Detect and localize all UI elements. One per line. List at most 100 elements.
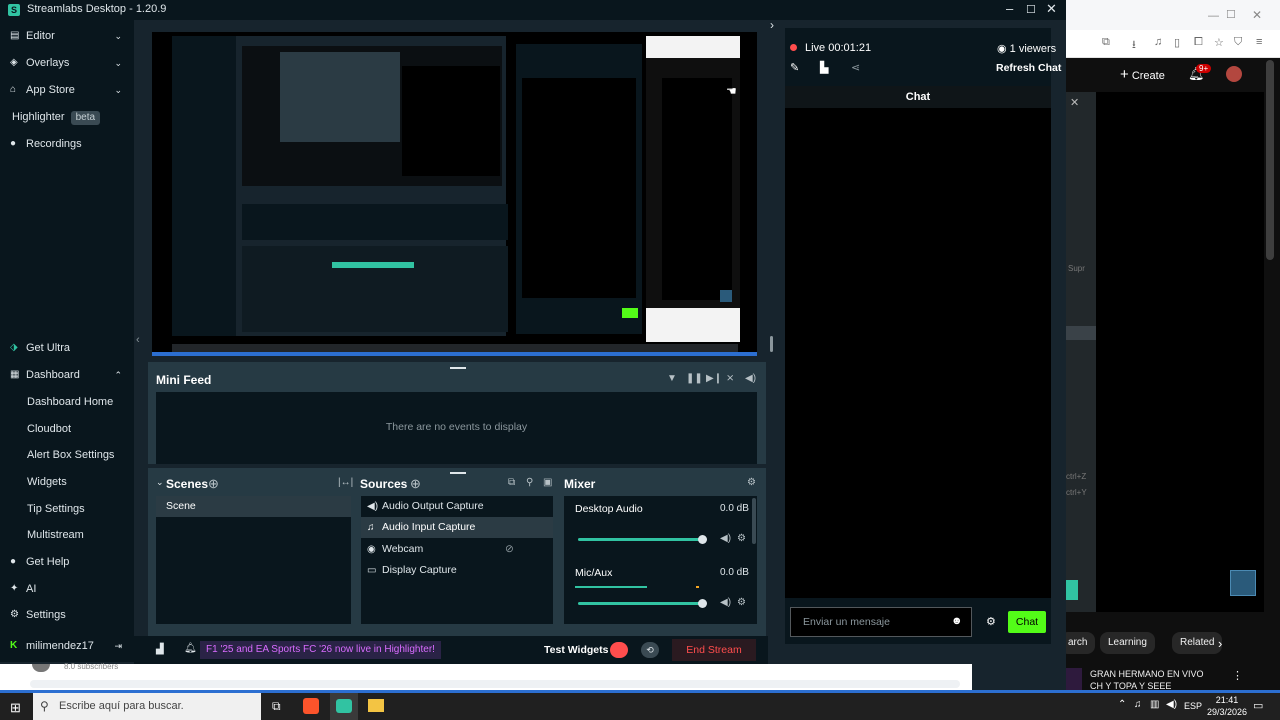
emoji-icon[interactable]: ☻ (951, 615, 963, 627)
scrollbar[interactable] (1266, 60, 1274, 260)
scene-item[interactable]: Scene (156, 496, 351, 517)
streamlabs-icon[interactable] (336, 699, 352, 713)
visibility-off-icon[interactable]: ⊘ (505, 539, 514, 560)
drag-handle[interactable] (450, 472, 466, 474)
notifications-icon[interactable]: 🔔︎ (184, 643, 197, 654)
extensions-icon[interactable]: ⧠ (1194, 36, 1203, 49)
volume-icon[interactable]: ◀) (720, 597, 731, 608)
chevron-up-icon[interactable]: ⌃ (1118, 699, 1126, 710)
gear-icon[interactable]: ⚙ (737, 597, 746, 608)
source-props-icon[interactable]: ▣ (543, 477, 552, 488)
avatar[interactable] (1226, 66, 1242, 82)
mixer-scrollbar[interactable] (752, 498, 756, 544)
star-icon[interactable]: ☆ (1214, 36, 1224, 49)
collapse-nav-icon[interactable]: ‹ (136, 334, 140, 346)
nav-user[interactable]: Kmilimendez17 ⇥ (0, 633, 134, 659)
close-icon[interactable]: ✕ (1046, 1, 1057, 17)
source-item[interactable]: ◀) Audio Output Capture (361, 496, 553, 517)
stats-icon[interactable]: ▟ (156, 644, 164, 655)
minimize-icon[interactable]: – (1006, 1, 1013, 16)
volume-icon[interactable]: ◀) (720, 533, 731, 544)
minimize-icon[interactable]: — (1208, 10, 1219, 22)
close-icon[interactable]: ✕ (1252, 8, 1262, 22)
source-settings-icon[interactable]: ⚲ (526, 477, 533, 488)
nav-alert-box-settings[interactable]: Alert Box Settings (0, 442, 134, 468)
test-widgets-label[interactable]: Test Widgets (544, 644, 608, 656)
notification-center-icon[interactable]: ▭ (1253, 699, 1263, 712)
file-explorer-icon[interactable] (368, 699, 384, 712)
highlighter-banner[interactable]: F1 '25 and EA Sports FC '26 now live in … (200, 641, 441, 659)
menu-icon[interactable]: ≡ (1256, 36, 1262, 48)
filter-icon[interactable]: ▼ (667, 373, 677, 384)
add-scene-icon[interactable]: ⊕ (208, 476, 219, 492)
create-button[interactable]: + Create (1120, 66, 1165, 83)
nav-highlighter[interactable]: Highlighter beta (0, 104, 134, 130)
source-item[interactable]: ▭ Display Capture (361, 560, 553, 581)
nav-dashboard[interactable]: ▦ Dashboard ⌃ (0, 362, 134, 388)
music-icon[interactable]: ♫ (1154, 36, 1162, 48)
close-icon[interactable]: ✕ (1070, 96, 1079, 109)
edit-icon[interactable]: ✎ (790, 61, 799, 74)
clock-time[interactable]: 21:41 (1206, 695, 1248, 705)
maximize-icon[interactable]: ☐ (1026, 3, 1036, 16)
volume-icon[interactable]: ◀) (745, 373, 756, 384)
chat-input[interactable]: Enviar un mensaje (790, 607, 972, 637)
nav-widgets[interactable]: Widgets (0, 469, 134, 495)
refresh-chat-button[interactable]: Refresh Chat (996, 62, 1061, 74)
nav-app-store[interactable]: ⌂ App Store ⌄ (0, 77, 134, 103)
chat-send-button[interactable]: Chat (1008, 611, 1046, 633)
brave-icon[interactable] (303, 698, 319, 714)
nav-cloudbot[interactable]: Cloudbot (0, 416, 134, 442)
nav-get-ultra[interactable]: ⬗ Get Ultra (0, 335, 134, 361)
screenshot-icon[interactable]: ⧉ (1102, 36, 1110, 49)
skip-icon[interactable]: ▶❙ (706, 373, 722, 384)
speaker-icon[interactable]: ◀) (1166, 699, 1177, 710)
nav-ai[interactable]: ✦ AI (0, 576, 134, 602)
drag-handle[interactable] (450, 367, 466, 369)
desktop-audio-fader[interactable] (578, 538, 706, 541)
nav-get-help[interactable]: ● Get Help (0, 549, 134, 575)
windows-start-icon[interactable]: ⊞ (10, 700, 21, 716)
chevron-down-icon[interactable]: ⌄ (156, 477, 164, 488)
folder-icon[interactable]: ⧉ (508, 477, 515, 488)
nav-settings[interactable]: ⚙ Settings (0, 602, 134, 628)
chevron-right-icon[interactable]: › (1218, 636, 1222, 651)
maximize-icon[interactable]: ☐ (1226, 8, 1236, 21)
network-icon[interactable]: ▥ (1150, 699, 1159, 710)
nav-tip-settings[interactable]: Tip Settings (0, 496, 134, 522)
microphone-icon[interactable]: ♫ (1134, 699, 1142, 710)
nav-recordings[interactable]: ● Recordings (0, 131, 134, 157)
download-icon[interactable]: ⭳ (1132, 36, 1136, 55)
nav-overlays[interactable]: ◈ Overlays ⌄ (0, 50, 134, 76)
gear-icon[interactable]: ⚙ (747, 477, 756, 488)
chip[interactable]: Learning (1100, 632, 1155, 654)
rec-icon[interactable] (610, 642, 628, 658)
more-icon[interactable]: ⋮ (1232, 669, 1243, 682)
chip[interactable]: Related (1172, 632, 1223, 654)
end-stream-button[interactable]: End Stream (672, 639, 756, 661)
nav-dashboard-home[interactable]: Dashboard Home (0, 389, 134, 415)
mute-alerts-icon[interactable]: ⨯ (726, 373, 734, 384)
nav-multistream[interactable]: Multistream (0, 522, 134, 548)
task-view-icon[interactable]: ⧉ (272, 699, 281, 714)
language-indicator[interactable]: ESP (1184, 701, 1202, 711)
resize-handle[interactable] (770, 336, 773, 352)
shield-icon[interactable]: ⛉ (1234, 36, 1242, 49)
gear-icon[interactable]: ⚙ (737, 533, 746, 544)
nav-editor[interactable]: ▤ Editor ⌄ (0, 23, 134, 49)
scene-transition-icon[interactable]: |↔| (338, 477, 353, 488)
gear-icon[interactable]: ⚙ (986, 615, 996, 628)
pause-icon[interactable]: ❚❚ (686, 373, 703, 384)
fader-knob[interactable] (698, 535, 707, 544)
mic-fader[interactable] (578, 602, 706, 605)
thumbnail[interactable] (1230, 570, 1256, 596)
add-source-icon[interactable]: ⊕ (410, 476, 421, 492)
source-item[interactable]: ◉ Webcam ⊘ (361, 539, 553, 560)
source-item-selected[interactable]: ♫ Audio Input Capture (361, 517, 553, 538)
video-title[interactable]: GRAN HERMANO EN VIVO (1090, 669, 1204, 679)
fader-knob[interactable] (698, 599, 707, 608)
replay-icon[interactable]: ⟲ (641, 642, 659, 658)
comment-box[interactable] (30, 680, 960, 688)
taskbar-search[interactable]: Escribe aquí para buscar. (33, 693, 261, 720)
sidebar-icon[interactable]: ▯ (1174, 36, 1180, 49)
